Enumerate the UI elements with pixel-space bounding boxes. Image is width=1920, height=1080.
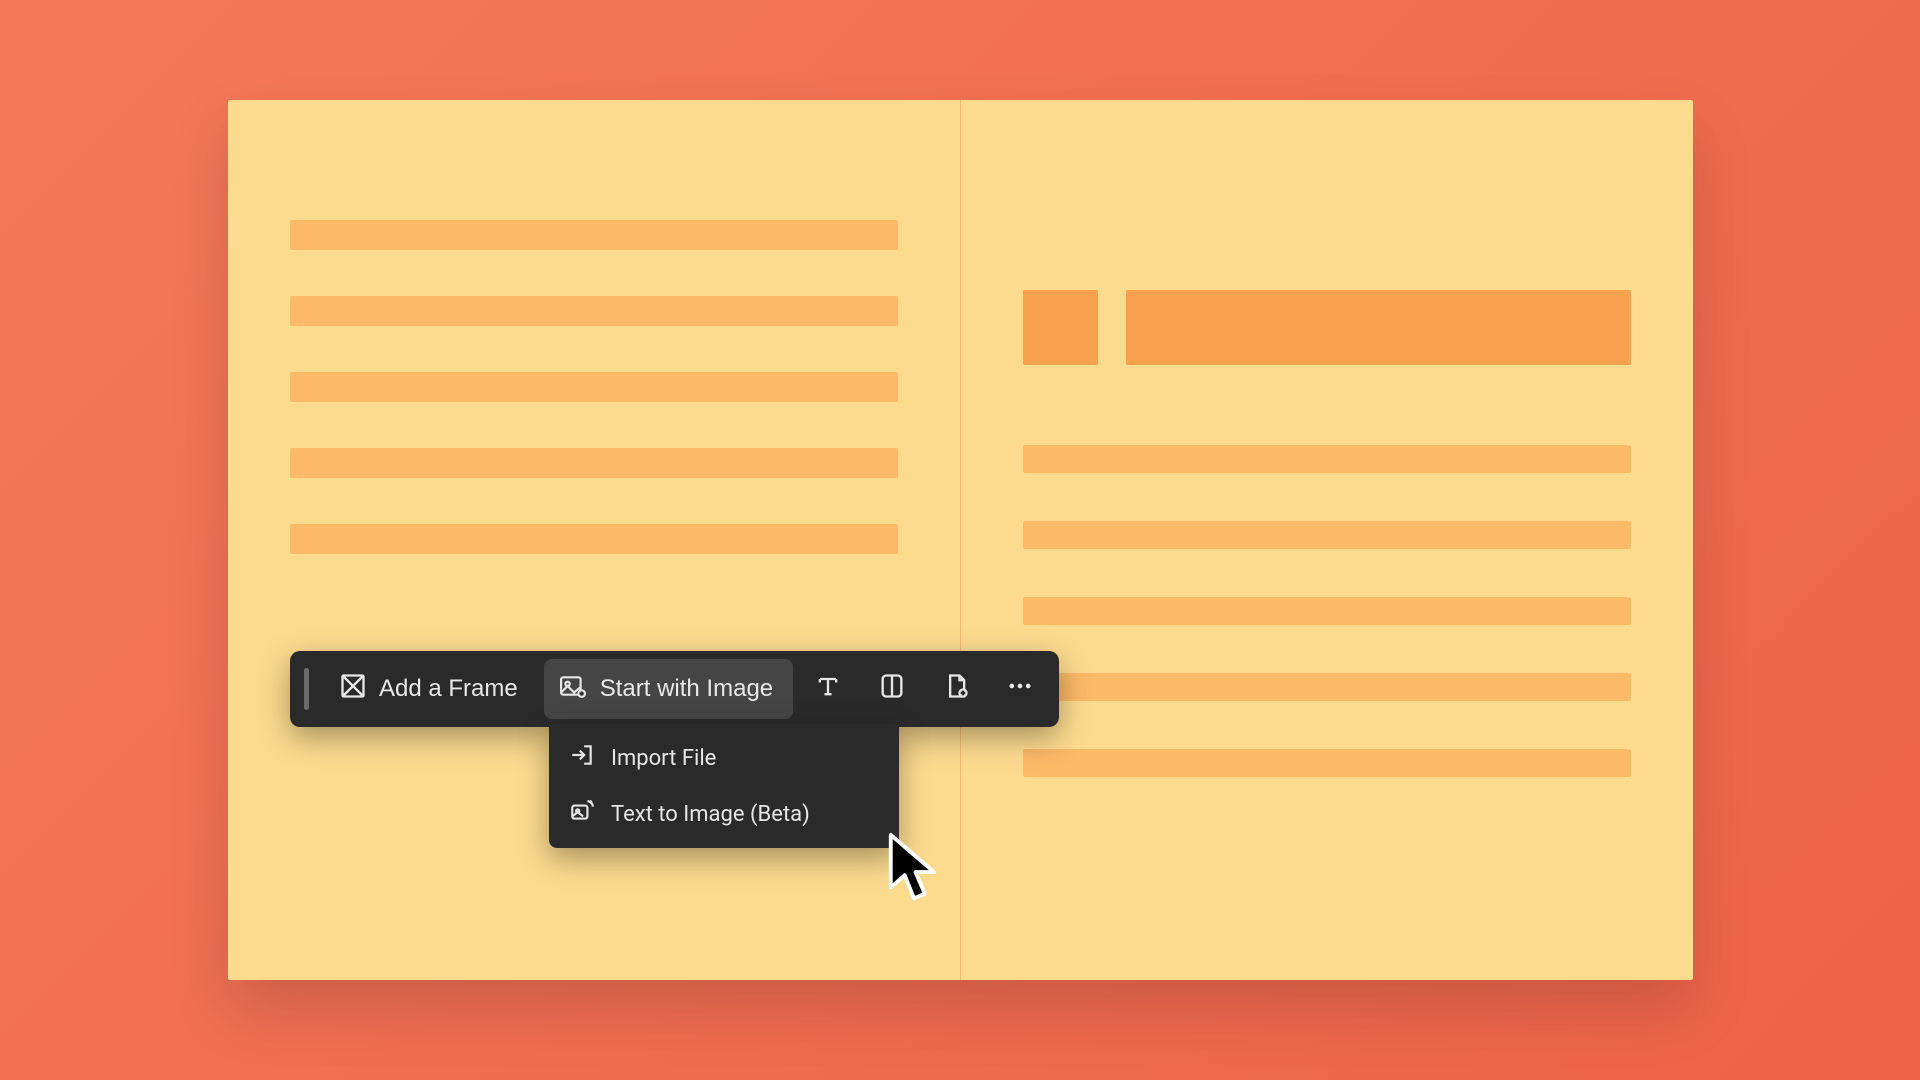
- import-icon: [569, 742, 595, 774]
- text-placeholder-line: [1023, 673, 1631, 701]
- columns-icon: [878, 672, 906, 707]
- insert-toolbar: Add a Frame Start with Image: [290, 651, 1059, 727]
- frame-icon: [339, 672, 367, 707]
- import-file-label: Import File: [611, 746, 716, 771]
- text-to-image-label: Text to Image (Beta): [611, 802, 810, 827]
- add-frame-button[interactable]: Add a Frame: [325, 659, 538, 719]
- text-placeholder-line: [1023, 749, 1631, 777]
- text-tool-button[interactable]: [799, 659, 857, 719]
- insert-toolbar-wrap: Add a Frame Start with Image: [290, 651, 1059, 727]
- import-file-item[interactable]: Import File: [549, 730, 899, 786]
- text-placeholder-line: [290, 296, 898, 326]
- more-options-button[interactable]: [991, 659, 1049, 719]
- text-icon: [814, 672, 842, 707]
- text-placeholder-line: [290, 448, 898, 478]
- illustration-card: Add a Frame Start with Image: [0, 0, 1920, 1080]
- new-page-button[interactable]: [927, 659, 985, 719]
- image-plus-icon: [558, 673, 588, 706]
- text-placeholder-line: [1023, 445, 1631, 473]
- page-plus-icon: [942, 672, 970, 707]
- table-tool-button[interactable]: [863, 659, 921, 719]
- page-right: [961, 100, 1693, 980]
- text-placeholder-line: [290, 524, 898, 554]
- page-left: [228, 100, 961, 980]
- heading-row: [1023, 290, 1631, 365]
- generate-icon: [569, 798, 595, 830]
- heading-bar: [1126, 290, 1631, 365]
- text-placeholder-line: [290, 372, 898, 402]
- start-with-image-button[interactable]: Start with Image: [544, 659, 793, 719]
- document-canvas: [228, 100, 1693, 980]
- text-placeholder-line: [1023, 521, 1631, 549]
- drag-handle[interactable]: [304, 668, 309, 710]
- start-with-image-label: Start with Image: [600, 675, 773, 703]
- more-icon: [1006, 672, 1034, 707]
- thumbnail-placeholder: [1023, 290, 1098, 365]
- text-placeholder-line: [1023, 597, 1631, 625]
- start-with-image-dropdown: Import File Text to Image (Beta): [549, 724, 899, 848]
- add-frame-label: Add a Frame: [379, 675, 518, 703]
- text-to-image-item[interactable]: Text to Image (Beta): [549, 786, 899, 842]
- text-placeholder-line: [290, 220, 898, 250]
